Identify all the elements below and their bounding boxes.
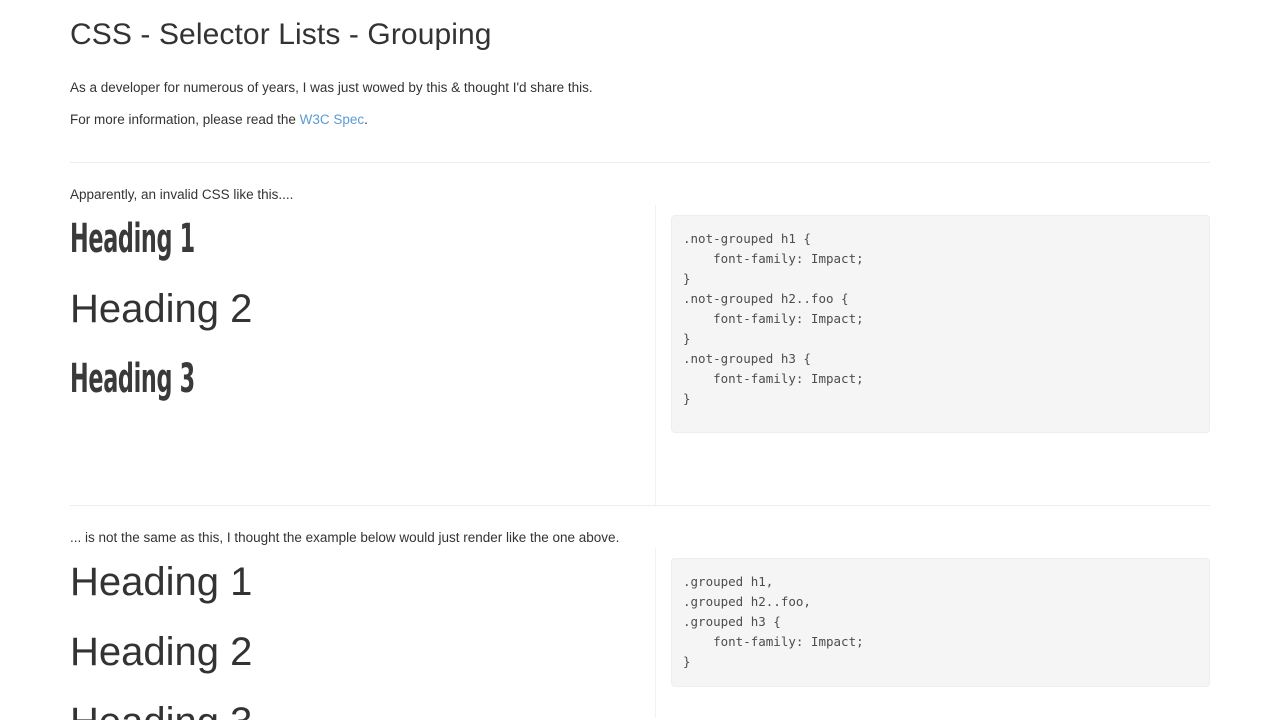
section-1-heading-3: Heading 3	[70, 355, 655, 403]
intro-text-prefix: For more information, please read the	[70, 112, 300, 127]
section-2-note: ... is not the same as this, I thought t…	[70, 530, 620, 545]
section-2-code-wrap: .grouped h1, .grouped h2..foo, .grouped …	[671, 548, 1210, 687]
section-1-heading-1: Heading 1	[70, 215, 655, 285]
intro-text-suffix: .	[364, 112, 368, 127]
intro-paragraph-1: As a developer for numerous of years, I …	[70, 80, 593, 95]
section-1-heading-1-text: Heading 1	[70, 216, 195, 262]
section-2-columns: Heading 1 Heading 2 Heading 3 .grouped h…	[70, 548, 1210, 720]
page-root: CSS - Selector Lists - Grouping As a dev…	[0, 0, 1280, 720]
section-1-code-wrap: .not-grouped h1 { font-family: Impact; }…	[671, 205, 1210, 433]
section-2-code-column: .grouped h1, .grouped h2..foo, .grouped …	[655, 548, 1210, 718]
section-2-heading-3: Heading 3	[70, 698, 655, 720]
section-grouped: ... is not the same as this, I thought t…	[70, 506, 1210, 720]
w3c-spec-link[interactable]: W3C Spec	[300, 112, 365, 127]
section-2-heading-2: Heading 2	[70, 630, 253, 674]
section-not-grouped: Apparently, an invalid CSS like this....…	[70, 163, 1210, 505]
section-1-demo-column: Heading 1 Heading 2 Heading 3	[70, 205, 655, 403]
section-1-columns: Heading 1 Heading 2 Heading 3 .not-group…	[70, 205, 1210, 505]
section-1-heading-3-text: Heading 3	[70, 356, 195, 402]
section-2-demo-column: Heading 1 Heading 2 Heading 3	[70, 548, 655, 720]
section-2-heading-1: Heading 1	[70, 560, 253, 604]
section-1-note: Apparently, an invalid CSS like this....	[70, 187, 294, 202]
section-1-code-block: .not-grouped h1 { font-family: Impact; }…	[671, 215, 1210, 433]
intro-paragraph-2: For more information, please read the W3…	[70, 98, 1210, 130]
section-1-heading-2: Heading 2	[70, 287, 253, 331]
page-title: CSS - Selector Lists - Grouping	[70, 18, 492, 51]
section-1-code-column: .not-grouped h1 { font-family: Impact; }…	[655, 205, 1210, 505]
section-2-code-block: .grouped h1, .grouped h2..foo, .grouped …	[671, 558, 1210, 687]
